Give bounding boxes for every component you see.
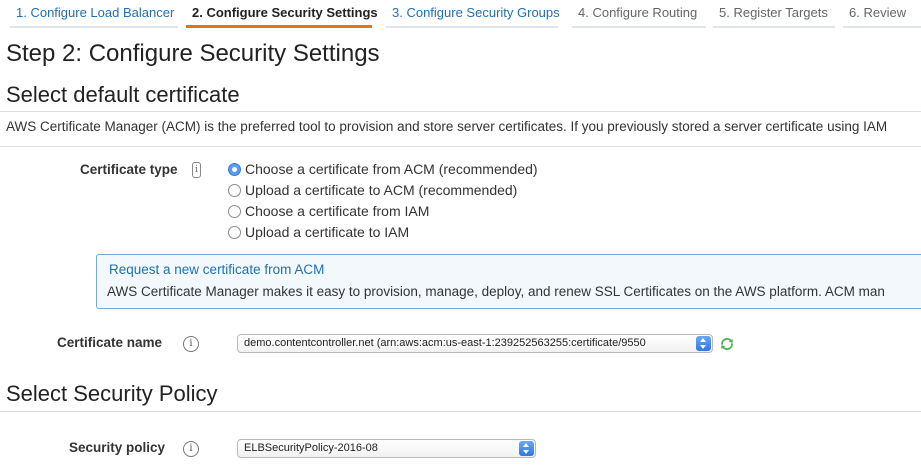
select-value: demo.contentcontroller.net (arn:aws:acm:… — [244, 337, 646, 349]
request-certificate-link[interactable]: Request a new certificate from ACM — [109, 262, 324, 277]
policy-section-heading: Select Security Policy — [6, 381, 218, 406]
select-value: ELBSecurityPolicy-2016-08 — [244, 442, 378, 454]
wizard-steps: 1. Configure Load Balancer 2. Configure … — [0, 0, 921, 34]
step-configure-routing: 4. Configure Routing — [572, 0, 706, 28]
select-arrows-icon — [696, 336, 711, 351]
info-icon[interactable]: i — [183, 336, 199, 352]
certificate-type-label: Certificate type — [80, 162, 178, 177]
radio-button[interactable] — [228, 162, 241, 176]
radio-button[interactable] — [228, 225, 241, 239]
step-configure-load-balancer[interactable]: 1. Configure Load Balancer — [10, 0, 178, 28]
acm-info-callout: Request a new certificate from ACM AWS C… — [96, 254, 921, 309]
certificate-name-select[interactable]: demo.contentcontroller.net (arn:aws:acm:… — [237, 334, 713, 353]
radio-label: Upload a certificate to ACM (recommended… — [245, 182, 518, 198]
radio-label: Choose a certificate from IAM — [245, 203, 430, 219]
section-divider — [0, 411, 921, 412]
certificate-name-label: Certificate name — [57, 335, 163, 350]
section-divider — [0, 146, 921, 147]
radio-choose-acm[interactable]: Choose a certificate from ACM (recommend… — [228, 159, 538, 179]
refresh-icon[interactable] — [719, 336, 735, 352]
security-policy-label: Security policy — [69, 440, 166, 455]
step-label: 2. Configure Security Settings — [192, 5, 378, 20]
step-label: 5. Register Targets — [719, 5, 828, 20]
callout-text: AWS Certificate Manager makes it easy to… — [107, 284, 885, 299]
step-register-targets: 5. Register Targets — [713, 0, 835, 28]
step-label: 4. Configure Routing — [578, 5, 698, 20]
step-review: 6. Review — [843, 0, 921, 28]
radio-label: Choose a certificate from ACM (recommend… — [245, 161, 538, 177]
page-title: Step 2: Configure Security Settings — [6, 40, 380, 67]
radio-upload-iam[interactable]: Upload a certificate to IAM — [228, 222, 409, 242]
radio-choose-iam[interactable]: Choose a certificate from IAM — [228, 201, 429, 221]
section-divider — [0, 111, 921, 112]
security-policy-select[interactable]: ELBSecurityPolicy-2016-08 — [237, 439, 536, 458]
info-icon[interactable]: i — [183, 441, 199, 457]
select-arrows-icon — [519, 441, 534, 456]
info-icon[interactable]: i — [192, 162, 201, 178]
radio-label: Upload a certificate to IAM — [245, 224, 410, 240]
step-configure-security-settings[interactable]: 2. Configure Security Settings — [186, 0, 378, 28]
radio-button[interactable] — [228, 183, 241, 197]
radio-button[interactable] — [228, 204, 241, 218]
step-configure-security-groups[interactable]: 3. Configure Security Groups — [386, 0, 560, 28]
step-label: 1. Configure Load Balancer — [16, 5, 175, 20]
radio-upload-acm[interactable]: Upload a certificate to ACM (recommended… — [228, 180, 517, 200]
step-label: 6. Review — [849, 5, 907, 20]
certificate-section-heading: Select default certificate — [6, 82, 240, 107]
step-label: 3. Configure Security Groups — [392, 5, 560, 20]
acm-description: AWS Certificate Manager (ACM) is the pre… — [6, 119, 888, 134]
